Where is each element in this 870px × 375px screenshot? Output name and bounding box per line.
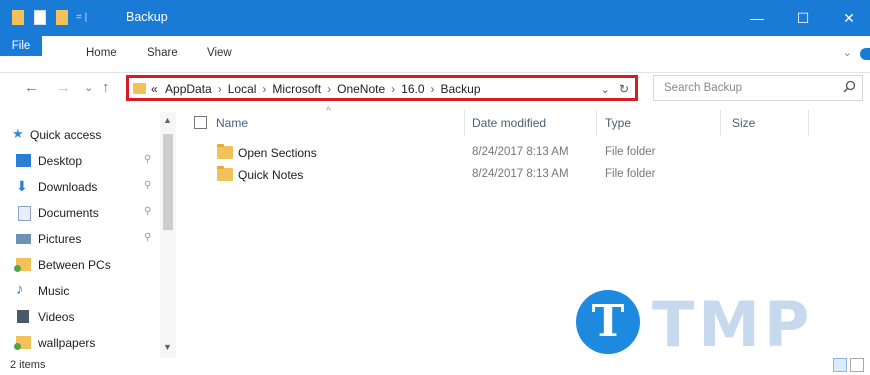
column-header-type[interactable]: Type <box>605 116 631 130</box>
select-all-checkbox[interactable] <box>194 116 207 129</box>
videos-icon <box>17 310 29 323</box>
pictures-icon <box>16 234 31 244</box>
breadcrumb-overflow[interactable]: « <box>151 82 158 96</box>
breadcrumb-microsoft[interactable]: Microsoft <box>272 82 321 96</box>
nav-item-label: Downloads <box>38 180 98 194</box>
properties-icon[interactable] <box>34 10 46 25</box>
column-header-name[interactable]: Name <box>216 116 248 130</box>
column-divider[interactable] <box>808 110 809 136</box>
file-type: File folder <box>605 168 656 180</box>
watermark: T TMP <box>568 282 868 362</box>
breadcrumb-separator[interactable]: › <box>431 82 435 96</box>
scrollbar-thumb[interactable] <box>163 134 173 230</box>
breadcrumb-backup[interactable]: Backup <box>441 82 481 96</box>
breadcrumb-separator[interactable]: › <box>391 82 395 96</box>
nav-item-label: Between PCs <box>38 258 111 272</box>
breadcrumb-separator[interactable]: › <box>262 82 266 96</box>
sort-arrow-icon: ^ <box>326 106 331 117</box>
navigation-bar: ← → ⌄ ↑ « AppData › Local › Microsoft › OneNot… <box>0 73 870 105</box>
documents-icon <box>18 206 31 221</box>
breadcrumb-separator[interactable]: › <box>327 82 331 96</box>
close-button[interactable]: ✕ <box>826 0 870 36</box>
tab-file[interactable]: File <box>0 36 42 56</box>
nav-item-label: Quick access <box>30 128 102 142</box>
watermark-text: TMP <box>652 288 814 361</box>
nav-item-label: wallpapers <box>38 336 96 350</box>
desktop-icon <box>16 154 31 167</box>
file-name: Open Sections <box>238 146 317 160</box>
star-icon: ★ <box>12 126 24 141</box>
large-icons-view-icon[interactable] <box>850 358 864 372</box>
forward-button[interactable]: → <box>56 79 71 96</box>
new-folder-icon[interactable] <box>56 10 68 25</box>
file-row[interactable]: Open Sections 8/24/2017 8:13 AM File fol… <box>182 144 870 166</box>
maximize-button[interactable]: ☐ <box>780 0 826 36</box>
nav-item-label: Videos <box>38 310 75 324</box>
title-bar: = | Backup — ☐ ✕ <box>0 0 870 36</box>
status-bar: 2 items <box>0 358 870 373</box>
file-row[interactable]: Quick Notes 8/24/2017 8:13 AM File folde… <box>182 166 870 188</box>
nav-item-label: Music <box>38 284 70 298</box>
window-title: Backup <box>126 10 168 24</box>
nav-item-label: Desktop <box>38 154 83 168</box>
nav-scrollbar[interactable]: ▲ ▼ <box>160 112 176 358</box>
folder-sync-icon <box>14 336 31 350</box>
breadcrumb-appdata[interactable]: AppData <box>165 82 212 96</box>
file-type: File folder <box>605 146 656 158</box>
breadcrumb-separator[interactable]: › <box>218 82 222 96</box>
tab-view[interactable]: View <box>207 47 232 59</box>
view-toggle <box>830 358 864 375</box>
column-divider[interactable] <box>596 110 597 136</box>
breadcrumb-onenote[interactable]: OneNote <box>337 82 385 96</box>
file-date: 8/24/2017 8:13 AM <box>472 146 569 158</box>
address-bar[interactable]: « AppData › Local › Microsoft › OneNote › 16.0 › B… <box>126 75 638 101</box>
breadcrumb: « AppData › Local › Microsoft › OneNote › 16.0 › B… <box>151 82 481 96</box>
folder-icon <box>217 166 233 181</box>
help-icon[interactable] <box>860 48 870 60</box>
music-icon: ♪ <box>16 281 24 298</box>
breadcrumb-local[interactable]: Local <box>228 82 257 96</box>
pin-icon[interactable]: ⚲ <box>144 154 151 165</box>
minimize-button[interactable]: — <box>734 0 780 36</box>
download-icon: ⬇ <box>16 178 28 194</box>
details-view-icon[interactable] <box>833 358 847 372</box>
watermark-logo-icon: T <box>576 290 640 354</box>
search-placeholder: Search Backup <box>664 82 742 94</box>
search-icon[interactable] <box>843 80 856 96</box>
nav-item-label: Pictures <box>38 232 82 246</box>
search-input[interactable]: Search Backup <box>653 75 863 101</box>
pin-icon[interactable]: ⚲ <box>144 232 151 243</box>
column-divider[interactable] <box>464 110 465 136</box>
folder-icon <box>12 10 24 25</box>
column-divider[interactable] <box>720 110 721 136</box>
folder-sync-icon <box>14 258 31 272</box>
back-button[interactable]: ← <box>24 79 39 96</box>
breadcrumb-16-0[interactable]: 16.0 <box>401 82 424 96</box>
scroll-up-icon[interactable]: ▲ <box>163 115 172 125</box>
file-name: Quick Notes <box>238 168 304 182</box>
column-header-size[interactable]: Size <box>732 116 755 130</box>
file-date: 8/24/2017 8:13 AM <box>472 168 569 180</box>
refresh-icon[interactable]: ↻ <box>619 82 629 96</box>
scroll-down-icon[interactable]: ▼ <box>163 342 172 352</box>
column-header-date-modified[interactable]: Date modified <box>472 116 546 130</box>
ribbon-expand-button[interactable]: ⌄ <box>843 46 852 59</box>
ribbon: File Home Share View ⌄ <box>0 36 870 73</box>
recent-locations-button[interactable]: ⌄ <box>84 81 93 94</box>
tab-home[interactable]: Home <box>86 47 117 59</box>
folder-icon <box>133 83 146 94</box>
navigation-pane: ★ Quick access Desktop ⚲ ⬇ Downloads ⚲ D… <box>0 112 178 358</box>
address-controls: ⌄ ↻ <box>601 82 629 96</box>
pin-icon[interactable]: ⚲ <box>144 206 151 217</box>
tab-share[interactable]: Share <box>147 47 178 59</box>
address-dropdown-button[interactable]: ⌄ <box>601 84 610 96</box>
quick-access-toolbar-dropdown[interactable]: = | <box>76 12 87 23</box>
item-count: 2 items <box>10 359 46 371</box>
nav-item-label: Documents <box>38 206 99 220</box>
pin-icon[interactable]: ⚲ <box>144 180 151 191</box>
up-button[interactable]: ↑ <box>102 79 110 96</box>
folder-icon <box>217 144 233 159</box>
